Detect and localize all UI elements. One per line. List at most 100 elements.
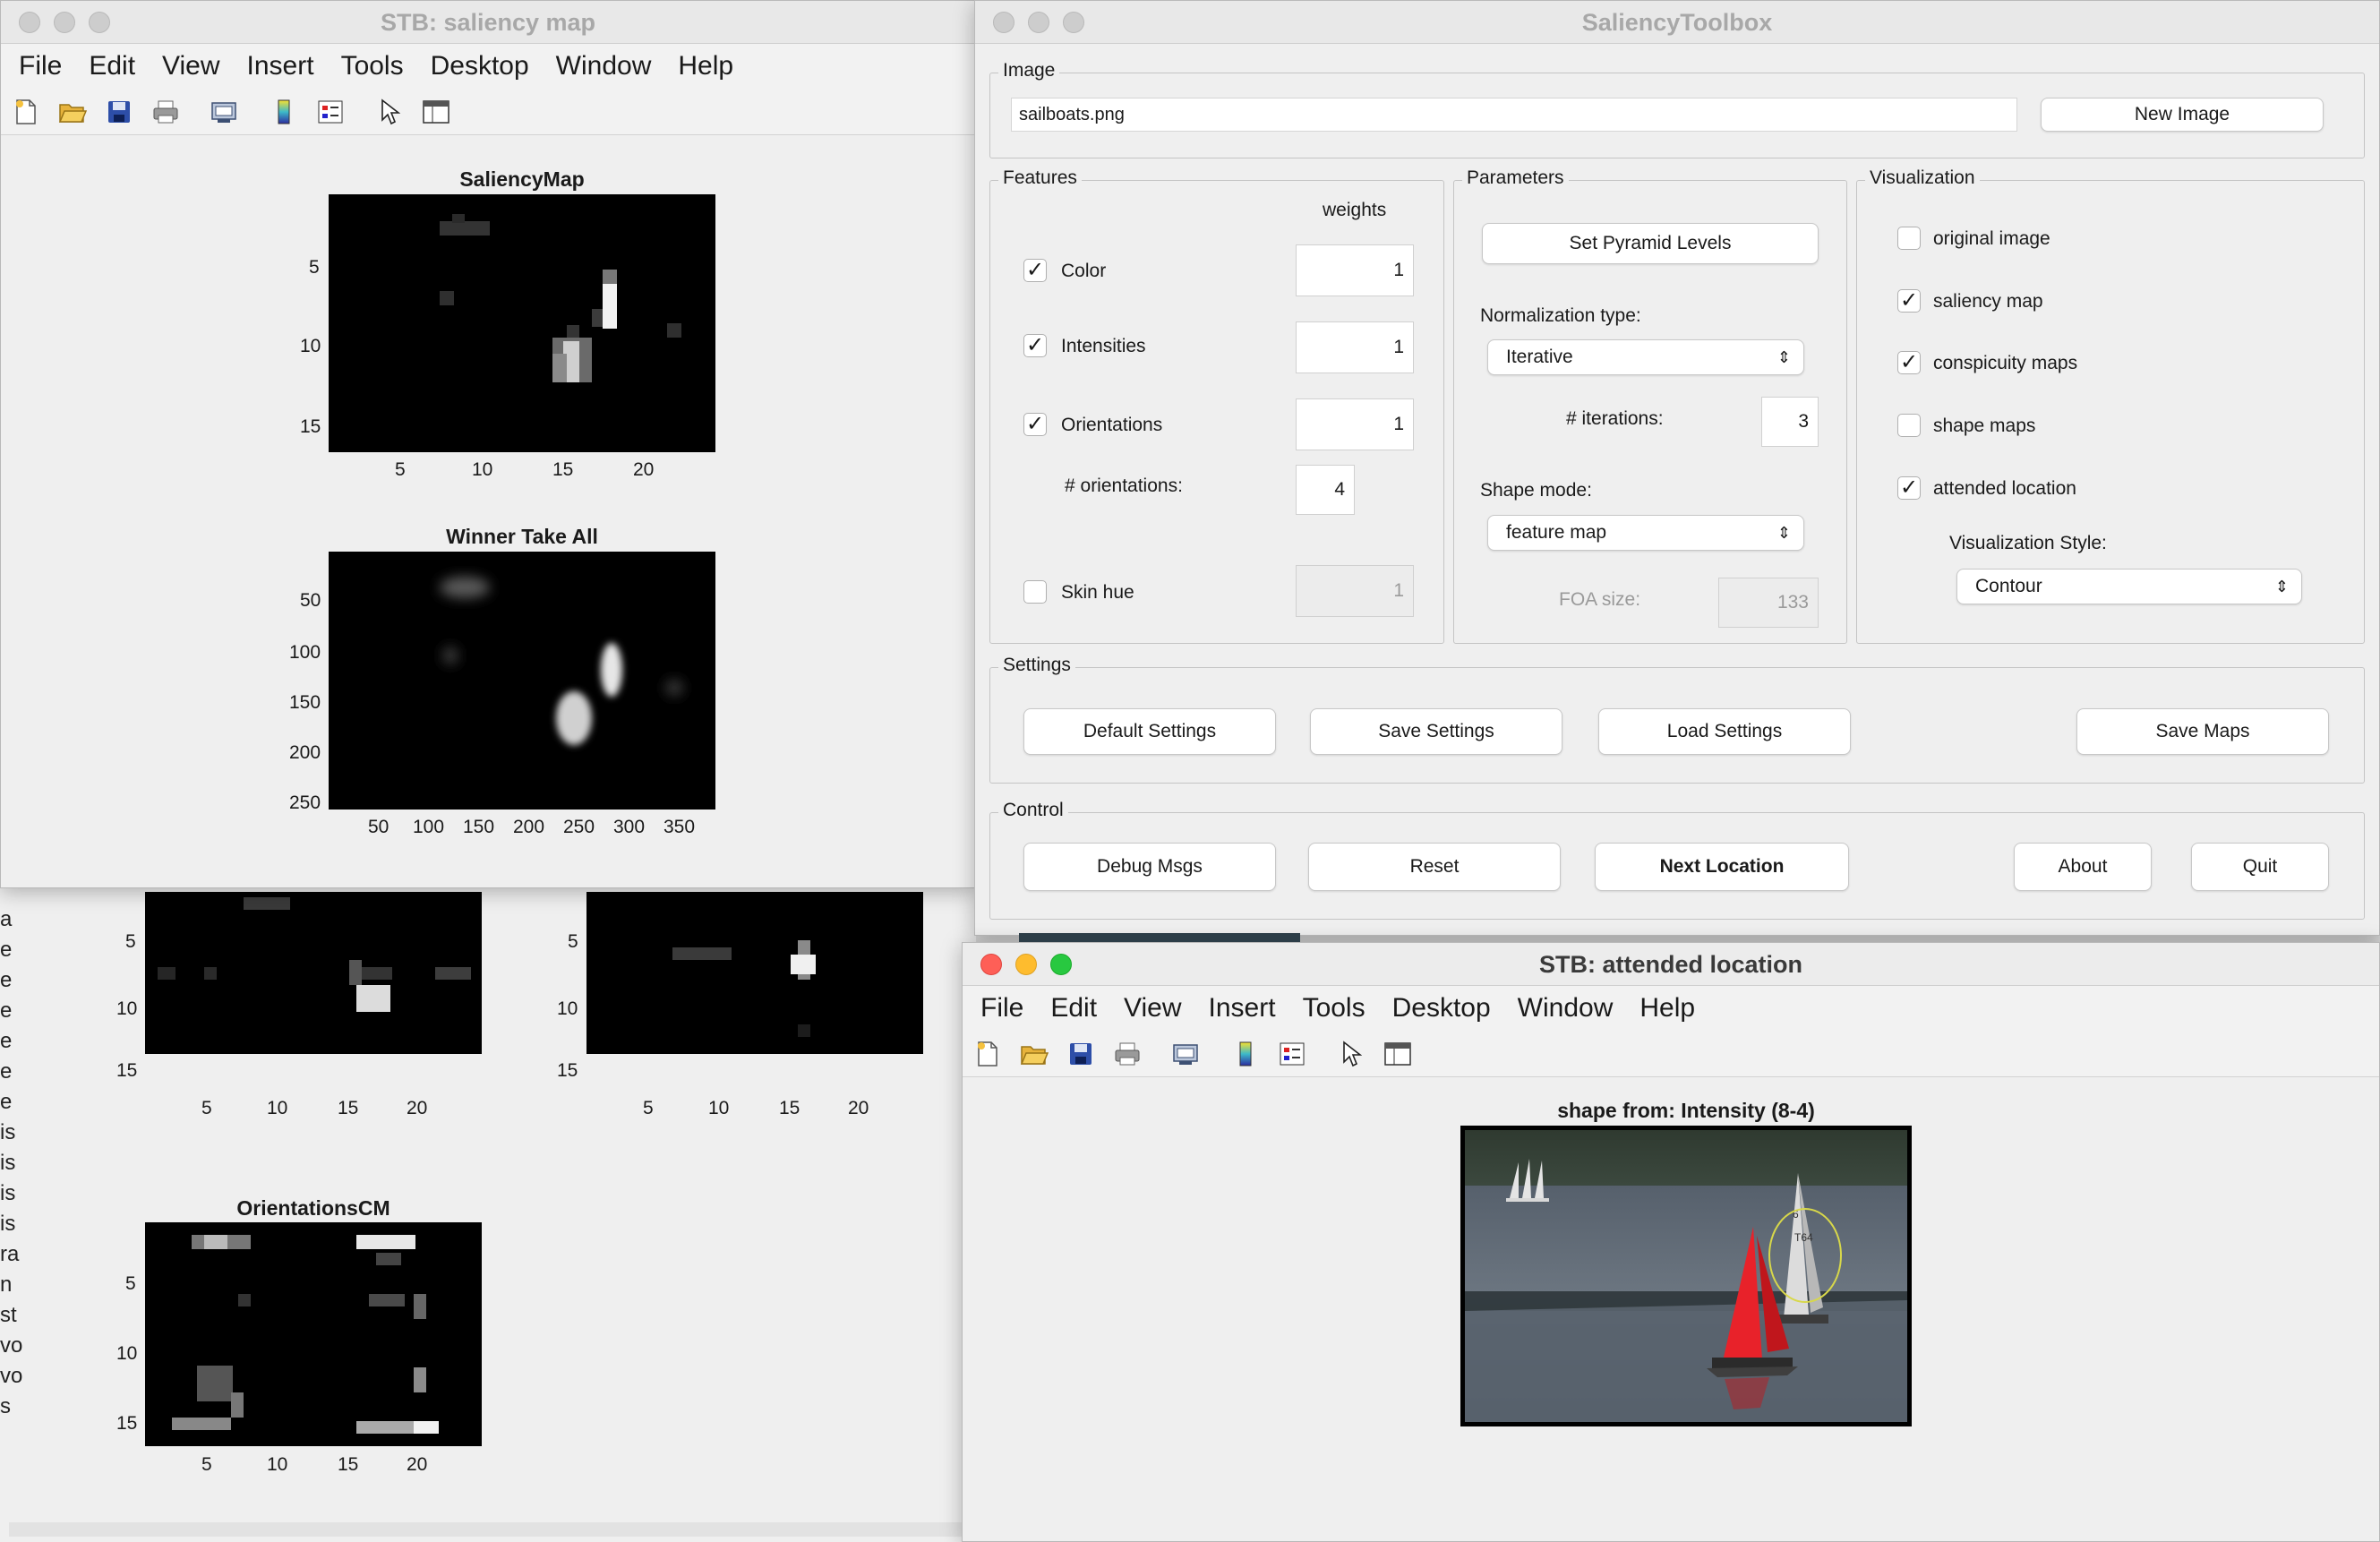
y-tick: 15: [557, 1060, 578, 1081]
menu-bar: File Edit View Insert Tools Desktop Wind…: [963, 986, 2379, 1031]
menu-window[interactable]: Window: [556, 51, 666, 81]
intensities-label: Intensities: [1061, 336, 1146, 356]
menu-desktop[interactable]: Desktop: [1392, 993, 1505, 1024]
next-location-button[interactable]: Next Location: [1595, 843, 1849, 891]
visualization-style-label: Visualization Style:: [1949, 533, 2107, 553]
saliency-map-window: STB: saliency map File Edit View Insert …: [0, 0, 976, 888]
load-settings-button[interactable]: Load Settings: [1598, 708, 1851, 755]
edge-text: st: [0, 1303, 17, 1327]
shape-mode-select[interactable]: feature map ⇕: [1487, 515, 1804, 551]
color-checkbox[interactable]: ✓: [1023, 259, 1047, 282]
y-tick: 250: [289, 792, 321, 813]
open-file-icon[interactable]: [1020, 1040, 1049, 1068]
color-weight-field[interactable]: 1: [1296, 244, 1414, 296]
x-tick: 10: [267, 1098, 288, 1118]
reset-button[interactable]: Reset: [1308, 843, 1561, 891]
edge-text: e: [0, 1090, 13, 1114]
menu-tools[interactable]: Tools: [1303, 993, 1380, 1024]
quit-button[interactable]: Quit: [2191, 843, 2329, 891]
partial-image-strip: [1019, 933, 1300, 942]
y-tick: 5: [309, 257, 320, 278]
shape-maps-checkbox[interactable]: [1897, 414, 1921, 437]
print-icon[interactable]: [1113, 1040, 1142, 1068]
set-pyramid-levels-button[interactable]: Set Pyramid Levels: [1482, 223, 1819, 264]
attended-plot-title: shape from: Intensity (8-4): [1557, 1099, 1815, 1122]
y-tick: 5: [125, 1273, 136, 1294]
pointer-icon[interactable]: [375, 98, 404, 126]
print-preview-icon[interactable]: [1172, 1040, 1201, 1068]
sailboats-image: 6 T64: [1460, 1126, 1912, 1426]
legend-icon[interactable]: [1278, 1040, 1306, 1068]
debug-msgs-button[interactable]: Debug Msgs: [1023, 843, 1276, 891]
conspicuity-maps-checkbox[interactable]: ✓: [1897, 351, 1921, 374]
attended-window-titlebar[interactable]: STB: attended location: [963, 943, 2379, 986]
new-image-button[interactable]: New Image: [2041, 98, 2324, 132]
skin-hue-weight-field[interactable]: 1: [1296, 565, 1414, 617]
menu-view[interactable]: View: [162, 51, 234, 81]
menu-window[interactable]: Window: [1518, 993, 1628, 1024]
intensities-weight-field[interactable]: 1: [1296, 321, 1414, 373]
image-panel-label: Image: [998, 60, 1060, 81]
menu-help[interactable]: Help: [678, 51, 748, 81]
image-filename-field[interactable]: sailboats.png: [1011, 98, 2017, 132]
open-file-icon[interactable]: [58, 98, 87, 126]
menu-tools[interactable]: Tools: [341, 51, 418, 81]
legend-icon[interactable]: [316, 98, 345, 126]
saliency-map-checkbox[interactable]: ✓: [1897, 289, 1921, 313]
print-icon[interactable]: [151, 98, 180, 126]
about-button[interactable]: About: [2014, 843, 2152, 891]
pointer-icon[interactable]: [1337, 1040, 1366, 1068]
save-icon[interactable]: [1066, 1040, 1095, 1068]
save-maps-button[interactable]: Save Maps: [2076, 708, 2329, 755]
edge-text: e: [0, 998, 13, 1023]
y-tick: 10: [557, 998, 578, 1019]
property-editor-icon[interactable]: [1383, 1040, 1412, 1068]
original-image-checkbox[interactable]: [1897, 227, 1921, 250]
save-icon[interactable]: [105, 98, 133, 126]
attended-location-label: attended location: [1933, 478, 2076, 499]
orientations-cm-title: OrientationsCM: [236, 1196, 390, 1220]
edge-text: is: [0, 1120, 16, 1144]
figure-bottom-scrollbar[interactable]: [9, 1522, 967, 1537]
print-preview-icon[interactable]: [210, 98, 239, 126]
menu-desktop[interactable]: Desktop: [431, 51, 544, 81]
visualization-style-select[interactable]: Contour ⇕: [1956, 569, 2302, 604]
orientations-checkbox[interactable]: ✓: [1023, 413, 1047, 436]
normalization-select[interactable]: Iterative ⇕: [1487, 339, 1804, 375]
menu-help[interactable]: Help: [1639, 993, 1709, 1024]
num-orientations-field[interactable]: 4: [1296, 465, 1355, 515]
menu-view[interactable]: View: [1124, 993, 1195, 1024]
iterations-field[interactable]: 3: [1761, 397, 1819, 447]
normalization-label: Normalization type:: [1480, 305, 1641, 326]
num-orientations-label: # orientations:: [1065, 475, 1183, 496]
property-editor-icon[interactable]: [422, 98, 450, 126]
menu-insert[interactable]: Insert: [1209, 993, 1290, 1024]
menu-file[interactable]: File: [19, 51, 76, 81]
foa-size-field[interactable]: 133: [1718, 578, 1819, 628]
menu-file[interactable]: File: [980, 993, 1038, 1024]
x-tick: 100: [413, 817, 445, 837]
save-settings-button[interactable]: Save Settings: [1310, 708, 1562, 755]
orientations-weight-field[interactable]: 1: [1296, 398, 1414, 450]
saliency-toolbox-window: SaliencyToolbox Image sailboats.png New …: [974, 0, 2380, 936]
menu-edit[interactable]: Edit: [89, 51, 150, 81]
default-settings-button[interactable]: Default Settings: [1023, 708, 1276, 755]
attended-location-checkbox[interactable]: ✓: [1897, 476, 1921, 500]
new-figure-icon[interactable]: [973, 1040, 1002, 1068]
saliency-window-titlebar[interactable]: STB: saliency map: [1, 1, 975, 44]
x-tick: 10: [267, 1454, 288, 1475]
menu-insert[interactable]: Insert: [247, 51, 329, 81]
y-tick: 10: [300, 336, 321, 356]
colorbar-icon[interactable]: [270, 98, 298, 126]
intensities-checkbox[interactable]: ✓: [1023, 334, 1047, 357]
skin-hue-checkbox[interactable]: [1023, 580, 1047, 604]
menu-edit[interactable]: Edit: [1050, 993, 1111, 1024]
x-tick: 10: [708, 1098, 730, 1118]
colorbar-icon[interactable]: [1231, 1040, 1260, 1068]
x-tick: 15: [779, 1098, 800, 1118]
toolbox-titlebar[interactable]: SaliencyToolbox: [975, 1, 2379, 44]
shape-maps-label: shape maps: [1933, 415, 2036, 436]
x-tick: 15: [552, 459, 574, 480]
y-tick: 50: [300, 590, 321, 611]
new-figure-icon[interactable]: [12, 98, 40, 126]
